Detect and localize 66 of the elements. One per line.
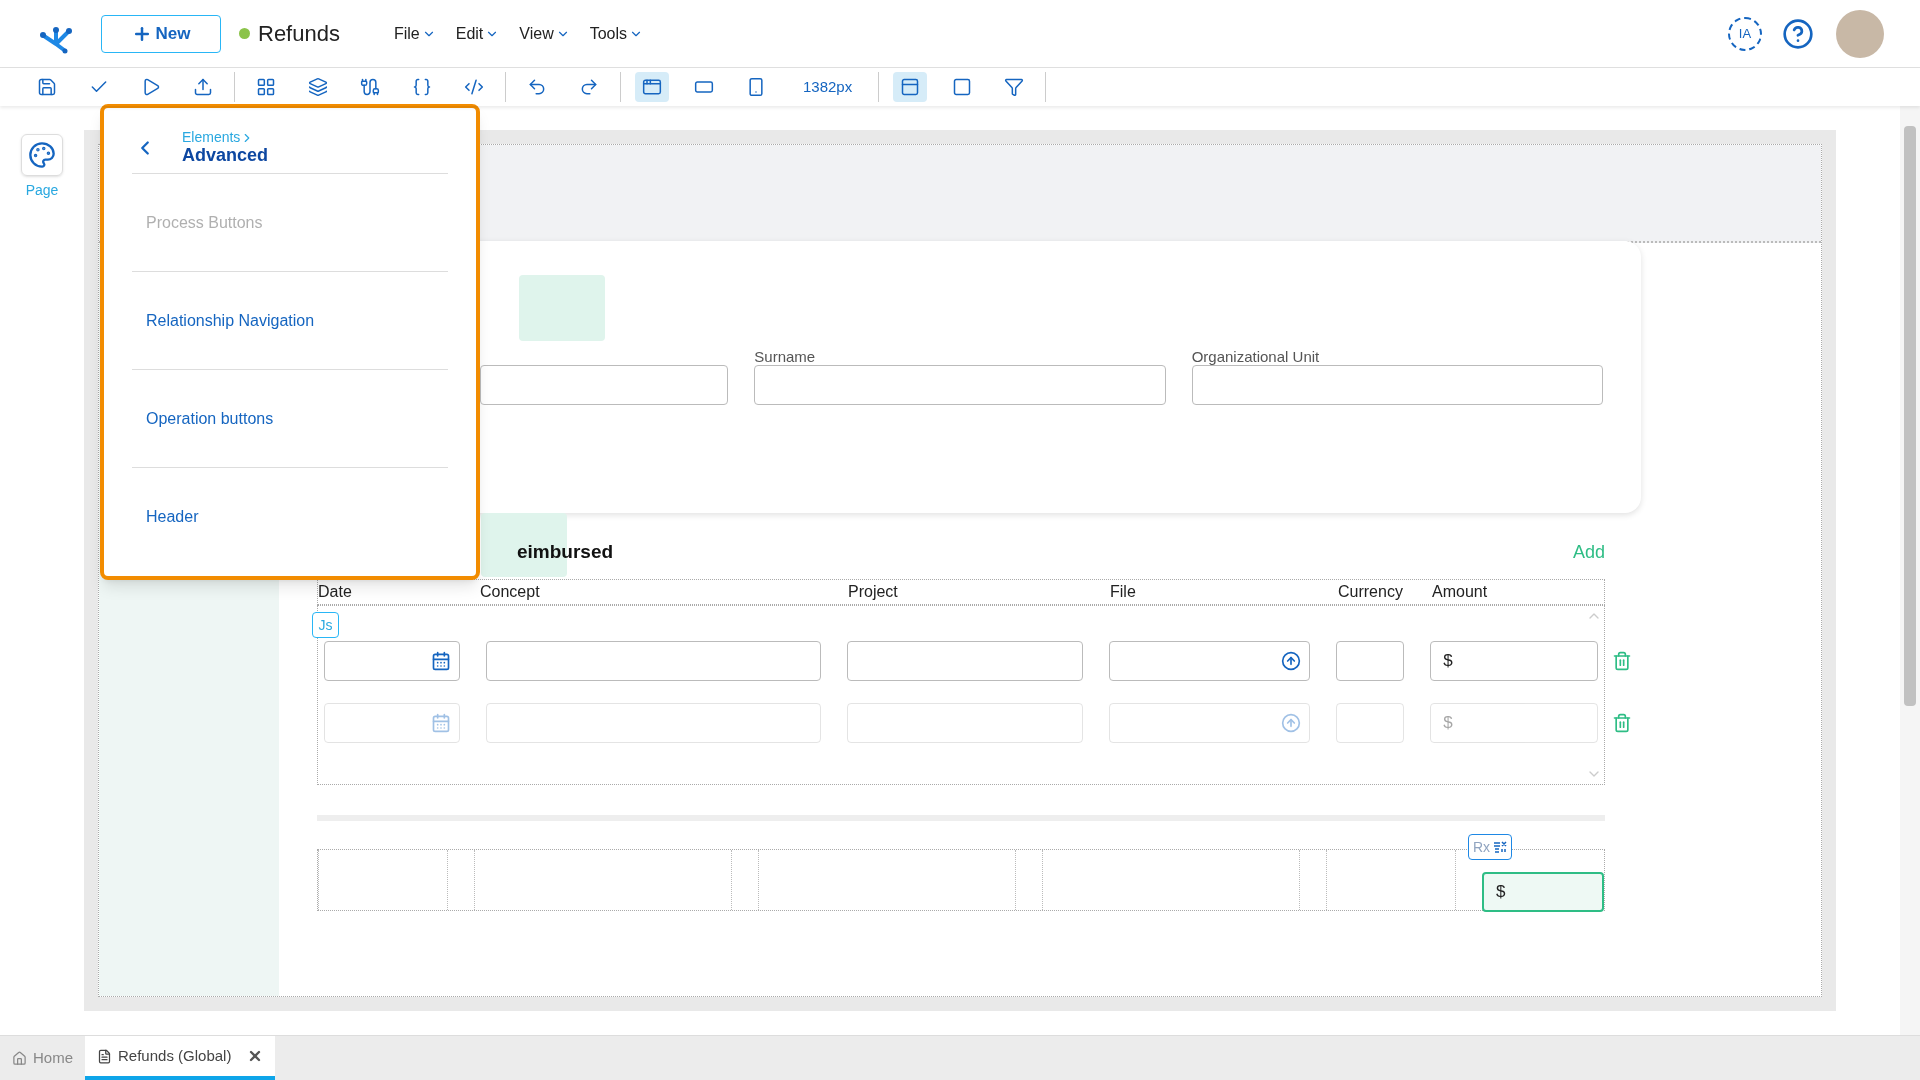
tab-label: Home [33, 1047, 73, 1068]
menu-button[interactable]: Tools [589, 21, 644, 46]
total-field[interactable]: $ [1482, 872, 1604, 912]
panel-item[interactable]: Operation buttons [146, 406, 274, 431]
file-field[interactable] [1108, 641, 1311, 681]
phone-view-icon [746, 77, 766, 97]
document-tab[interactable]: Refunds (Global) [85, 1036, 276, 1080]
column-header: Amount [1432, 582, 1489, 602]
desktop-view-icon [642, 77, 662, 97]
home-icon [12, 1050, 27, 1066]
palette-button[interactable] [21, 134, 63, 176]
new-button[interactable]: New [101, 14, 221, 53]
input-field[interactable] [847, 641, 1083, 681]
column-header: Project [848, 582, 899, 602]
frame-icon [952, 77, 973, 97]
scrollbar[interactable] [1900, 106, 1920, 1035]
input-field[interactable] [485, 641, 822, 681]
width-reading: 1382px [802, 76, 854, 97]
export-icon [193, 77, 213, 97]
code-icon [464, 77, 484, 97]
delete-icon[interactable] [1612, 713, 1632, 733]
input-field[interactable] [754, 365, 1166, 405]
avatar[interactable] [1836, 9, 1884, 58]
column-header: Date [318, 582, 353, 602]
menu-button[interactable]: File [393, 21, 436, 46]
layers-icon [308, 77, 328, 97]
ai-button[interactable]: IA [1728, 16, 1762, 51]
amount-field[interactable]: $ [1430, 641, 1598, 681]
field-label: Organizational Unit [1191, 348, 1320, 365]
play-icon [141, 77, 161, 97]
formula-icon [1493, 841, 1507, 853]
form-icon [97, 1048, 112, 1064]
js-badge: Js [312, 612, 339, 638]
palette-icon [28, 141, 56, 169]
upload-icon[interactable] [1281, 651, 1302, 671]
field-label: Surname [754, 348, 816, 365]
input-field[interactable] [1336, 641, 1405, 681]
panel-item[interactable]: Header [146, 505, 199, 529]
tab-label: Refunds (Global) [118, 1045, 232, 1066]
column-header: Concept [480, 582, 541, 602]
save-icon [37, 77, 57, 97]
grid-title: eimbursed [517, 539, 614, 564]
delete-icon[interactable] [1612, 651, 1632, 671]
undo-icon [527, 77, 547, 97]
panel-title: Advanced [182, 145, 269, 165]
panel-item[interactable]: Relationship Navigation [146, 308, 315, 333]
grid-icon [256, 77, 276, 97]
column-header: Currency [1338, 582, 1404, 602]
document-tab[interactable]: Home [0, 1036, 85, 1080]
date-field[interactable] [324, 641, 460, 681]
braces-icon [412, 77, 432, 97]
input-field[interactable] [1191, 365, 1603, 405]
input-field[interactable] [480, 365, 729, 405]
menu-button[interactable]: Edit [455, 21, 500, 46]
rail-label: Page [25, 181, 59, 200]
layout-button[interactable] [893, 72, 928, 102]
help-icon[interactable] [1782, 17, 1814, 50]
filter-icon [1004, 77, 1025, 97]
desktop-view-button[interactable] [635, 72, 669, 102]
column-header: File [1110, 582, 1137, 602]
badge-label: Rx [1472, 837, 1490, 857]
layout-icon [900, 77, 921, 97]
document-title: Refunds [258, 20, 340, 48]
menu-button[interactable]: View [519, 21, 570, 46]
calendar-icon[interactable] [430, 651, 451, 671]
redo-icon [579, 77, 599, 97]
